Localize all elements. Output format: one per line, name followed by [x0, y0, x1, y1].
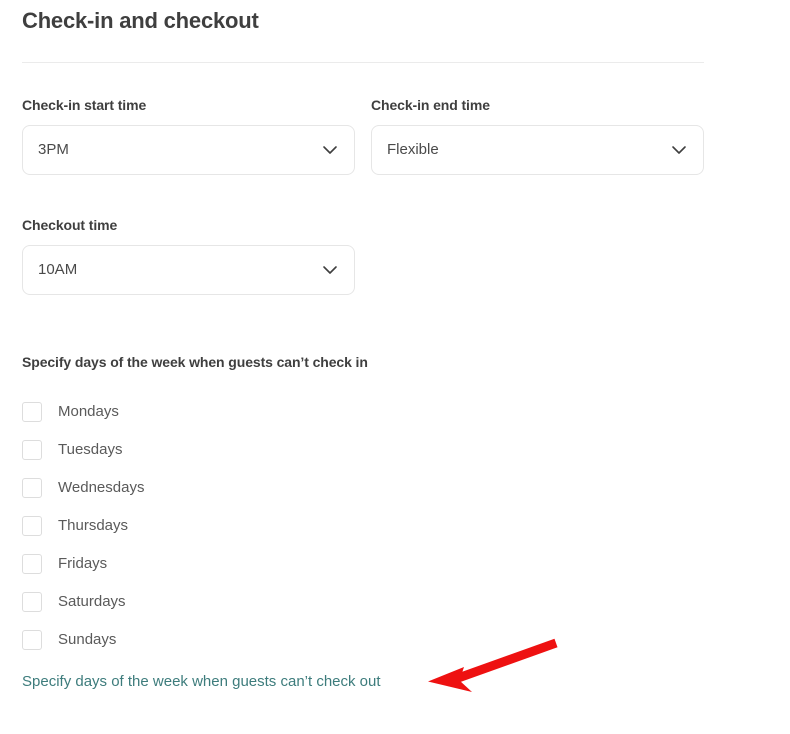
- select-checkin-end-time[interactable]: Flexible: [371, 125, 704, 175]
- checkbox-row-wednesdays[interactable]: Wednesdays: [22, 469, 422, 507]
- checkin-checkout-settings-page: Check-in and checkout Check-in start tim…: [0, 0, 790, 734]
- checkbox-label-tuesdays: Tuesdays: [58, 441, 123, 458]
- field-checkin-end-time: Check-in end time Flexible: [371, 96, 704, 175]
- field-label-checkout-time: Checkout time: [22, 217, 118, 233]
- field-label-checkin-start-time: Check-in start time: [22, 97, 147, 113]
- field-label-checkin-end-time: Check-in end time: [371, 97, 490, 113]
- select-value-checkin-end-time: Flexible: [387, 141, 439, 158]
- page-title: Check-in and checkout: [22, 8, 259, 33]
- checkbox-tuesdays[interactable]: [22, 440, 42, 460]
- select-checkin-start-time[interactable]: 3PM: [22, 125, 355, 175]
- checkbox-row-saturdays[interactable]: Saturdays: [22, 583, 422, 621]
- restricted-checkin-days-title: Specify days of the week when guests can…: [22, 354, 368, 370]
- checkbox-label-fridays: Fridays: [58, 555, 108, 572]
- checkbox-fridays[interactable]: [22, 554, 42, 574]
- checkbox-row-fridays[interactable]: Fridays: [22, 545, 422, 583]
- red-arrow-annotation: [415, 628, 575, 698]
- checkbox-row-sundays[interactable]: Sundays: [22, 621, 422, 659]
- select-checkout-time[interactable]: 10AM: [22, 245, 355, 295]
- chevron-down-icon: [320, 140, 340, 160]
- checkbox-sundays[interactable]: [22, 630, 42, 650]
- checkbox-wednesdays[interactable]: [22, 478, 42, 498]
- checkbox-label-saturdays: Saturdays: [58, 593, 126, 610]
- chevron-down-icon: [669, 140, 689, 160]
- checkbox-thursdays[interactable]: [22, 516, 42, 536]
- field-checkout-time: Checkout time 10AM: [22, 216, 355, 295]
- checkbox-label-wednesdays: Wednesdays: [58, 479, 145, 496]
- checkbox-saturdays[interactable]: [22, 592, 42, 612]
- checkbox-row-tuesdays[interactable]: Tuesdays: [22, 431, 422, 469]
- checkbox-label-sundays: Sundays: [58, 631, 117, 648]
- select-value-checkin-start-time: 3PM: [38, 141, 69, 158]
- select-value-checkout-time: 10AM: [38, 261, 78, 278]
- restricted-checkin-days-list: Mondays Tuesdays Wednesdays Thursdays Fr…: [22, 393, 422, 659]
- checkbox-mondays[interactable]: [22, 402, 42, 422]
- chevron-down-icon: [320, 260, 340, 280]
- checkbox-label-thursdays: Thursdays: [58, 517, 129, 534]
- checkbox-row-thursdays[interactable]: Thursdays: [22, 507, 422, 545]
- checkbox-label-mondays: Mondays: [58, 403, 119, 420]
- checkout-days-link[interactable]: Specify days of the week when guests can…: [22, 672, 381, 692]
- field-checkin-start-time: Check-in start time 3PM: [22, 96, 355, 175]
- header-divider: [22, 62, 704, 63]
- checkbox-row-mondays[interactable]: Mondays: [22, 393, 422, 431]
